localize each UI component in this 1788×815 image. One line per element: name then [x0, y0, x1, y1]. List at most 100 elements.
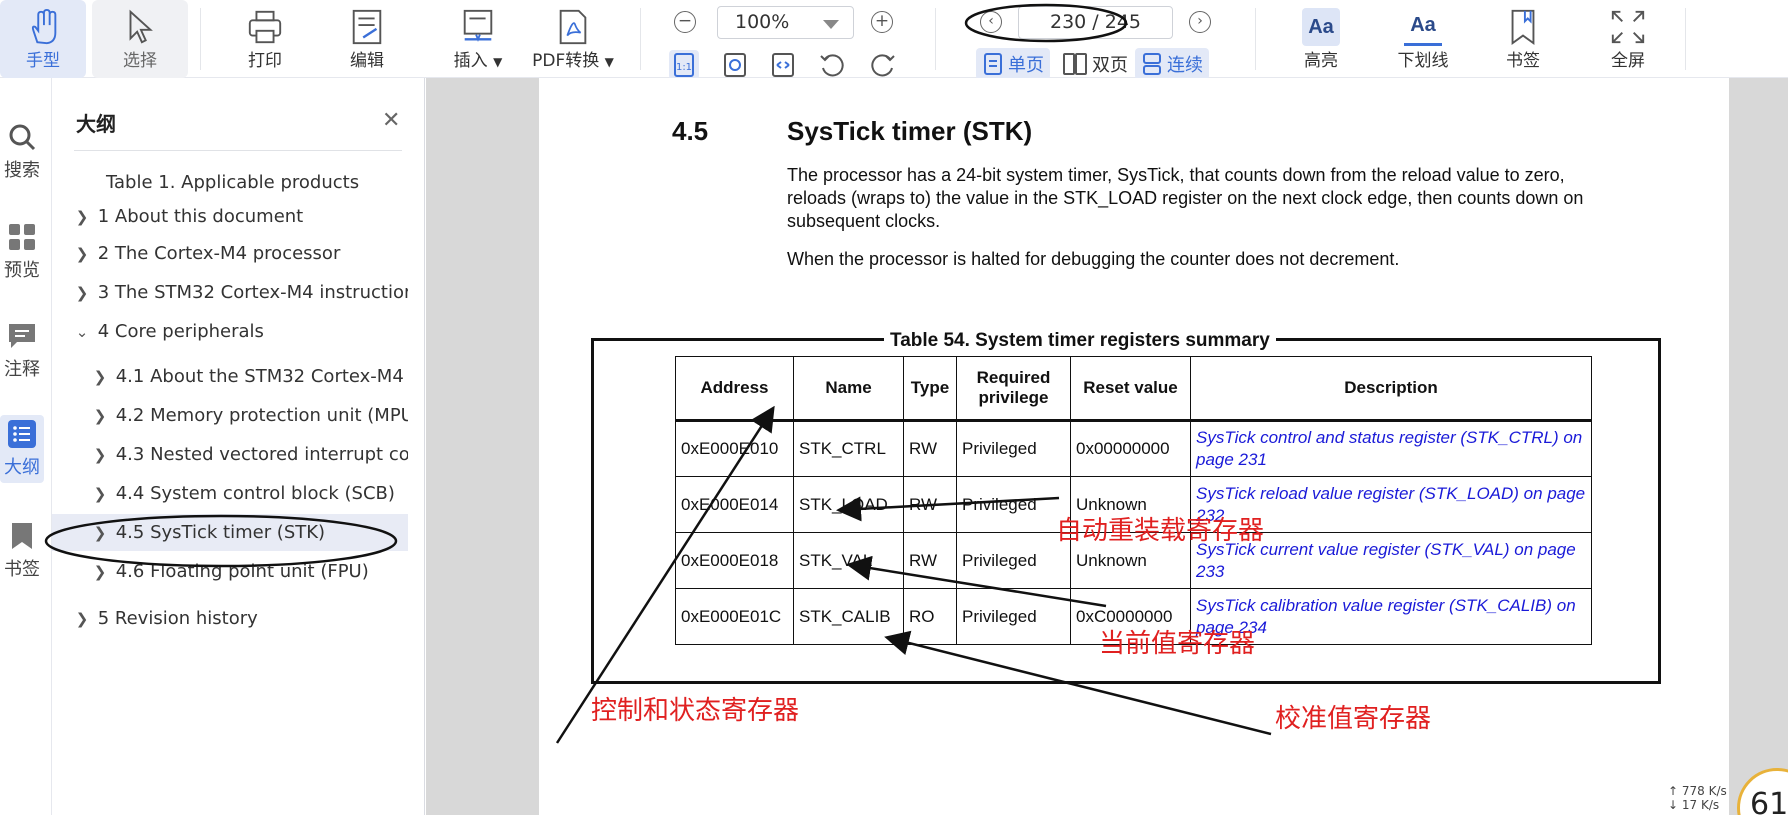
arrow-to-stk-val	[846, 555, 1107, 608]
hand-tool-button[interactable]: 手型	[0, 0, 86, 78]
cursor-arrow-icon	[129, 9, 153, 44]
outline-item[interactable]: ❯ 4.2 Memory protection unit (MPU	[52, 397, 408, 434]
rotate-right-button[interactable]	[868, 50, 898, 80]
double-page-icon	[1063, 53, 1087, 75]
rail-annotate[interactable]: 注释	[0, 321, 44, 381]
select-tool-button[interactable]: 选择	[92, 0, 188, 78]
bookmark-icon	[12, 523, 32, 549]
edit-document-icon	[352, 9, 382, 45]
outline-item[interactable]: ❯ 4.3 Nested vectored interrupt cor	[52, 436, 408, 473]
rotate-right-icon	[871, 54, 895, 77]
toolbar-divider	[935, 8, 936, 70]
chevron-right-icon[interactable]: ❯	[72, 275, 92, 311]
hand-icon	[31, 8, 57, 45]
toolbar-divider	[1255, 8, 1256, 70]
toolbar-divider	[1685, 8, 1686, 70]
rail-outline-label: 大纲	[4, 457, 40, 478]
zoom-in-button[interactable]: +	[871, 11, 893, 33]
rotate-left-button[interactable]	[817, 50, 847, 80]
pdf-convert-button[interactable]: PDF转换 ▼	[526, 0, 620, 78]
underline-label: 下划线	[1397, 51, 1449, 71]
double-page-label: 双页	[1092, 55, 1128, 76]
highlight-icon: Aa	[1302, 8, 1340, 46]
fit-page-icon	[724, 53, 746, 77]
zoom-dropdown-icon	[823, 20, 839, 29]
next-page-button[interactable]: ›	[1189, 11, 1211, 33]
download-speed: ↓ 17 K/s	[1668, 798, 1720, 812]
zoom-out-button[interactable]: −	[674, 11, 696, 33]
select-tool-label: 选择	[123, 51, 157, 71]
single-page-button[interactable]: 单页	[976, 48, 1050, 80]
badge-value: 61	[1750, 787, 1788, 815]
annotation-ctrl-label: 控制和状态寄存器	[591, 696, 800, 726]
insert-dropdown-icon: ▼	[493, 55, 503, 69]
edit-label: 编辑	[350, 51, 384, 71]
continuous-button[interactable]: 连续	[1135, 48, 1209, 80]
fullscreen-icon	[1611, 10, 1645, 44]
rail-search[interactable]: 搜索	[0, 122, 44, 182]
document-viewport[interactable]: 4.5 SysTick timer (STK) The processor ha…	[426, 78, 1788, 815]
rail-outline[interactable]: 大纲	[0, 415, 44, 483]
fit-page-button[interactable]	[720, 50, 750, 80]
chevron-right-icon[interactable]: ❯	[90, 476, 110, 512]
search-icon	[9, 124, 36, 151]
toolbar: 手型 选择 打印 编辑 插入 ▼ PDF转换 ▼ − 100% + 1:1 ‹ …	[0, 0, 1788, 80]
pdf-convert-label: PDF转换 ▼	[532, 46, 614, 71]
chevron-right-icon[interactable]: ❯	[72, 236, 92, 272]
chevron-right-icon[interactable]: ❯	[90, 398, 110, 434]
rail-annotate-label: 注释	[4, 359, 40, 380]
underline-button[interactable]: Aa 下划线	[1380, 0, 1466, 78]
rail-preview[interactable]: 预览	[0, 222, 44, 282]
outline-item[interactable]: ❯ 4.4 System control block (SCB)	[52, 475, 408, 512]
continuous-icon	[1143, 53, 1161, 75]
edit-button[interactable]: 编辑	[324, 0, 410, 78]
chevron-right-icon[interactable]: ❯	[72, 199, 92, 235]
toolbar-divider	[640, 8, 641, 70]
chevron-right-icon[interactable]: ❯	[90, 437, 110, 473]
actual-size-button[interactable]: 1:1	[669, 50, 699, 80]
chevron-right-icon[interactable]: ❯	[72, 601, 92, 637]
thumbnails-icon	[9, 224, 35, 250]
pdf-convert-text: PDF转换	[532, 51, 600, 71]
fit-width-button[interactable]	[768, 50, 798, 80]
bookmark-icon	[1511, 9, 1535, 46]
outline-item[interactable]: ❯ 2 The Cortex-M4 processor	[52, 235, 408, 272]
annotation-ellipse-outline	[44, 514, 398, 568]
insert-text: 插入	[453, 51, 488, 71]
outline-item-label: 4.3 Nested vectored interrupt cor	[115, 444, 408, 465]
outline-item[interactable]: ❯ 5 Revision history	[52, 600, 408, 637]
actual-size-text: 1:1	[676, 62, 692, 73]
print-button[interactable]: 打印	[222, 0, 308, 78]
bookmark-button[interactable]: 书签	[1480, 0, 1566, 78]
chevron-right-icon: ›	[1197, 13, 1203, 29]
pdf-convert-dropdown-icon: ▼	[604, 55, 614, 69]
close-outline-button[interactable]: ✕	[382, 108, 400, 133]
outline-item-label: Table 1. Applicable products	[106, 172, 360, 193]
double-page-button[interactable]: 双页	[1056, 48, 1134, 80]
insert-button[interactable]: 插入 ▼	[428, 0, 528, 78]
chevron-down-icon[interactable]: ⌄	[72, 314, 92, 350]
outline-item-label: 4 Core peripherals	[97, 321, 264, 342]
print-label: 打印	[248, 51, 282, 71]
outline-item-label: 4.4 System control block (SCB)	[115, 483, 395, 504]
fullscreen-button[interactable]: 全屏	[1585, 0, 1671, 78]
pdf-page: 4.5 SysTick timer (STK) The processor ha…	[539, 78, 1729, 815]
chevron-right-icon[interactable]: ❯	[90, 359, 110, 395]
outline-item-label: 4.1 About the STM32 Cortex-M4	[115, 366, 404, 387]
hand-tool-label: 手型	[26, 51, 60, 71]
outline-item[interactable]: ❯ 4.1 About the STM32 Cortex-M4	[52, 358, 408, 395]
fit-width-icon	[772, 53, 794, 77]
single-page-label: 单页	[1008, 55, 1044, 76]
outline-list-icon	[8, 420, 36, 448]
rail-bookmarks[interactable]: 书签	[0, 521, 44, 581]
outline-item[interactable]: ❯ 1 About this document	[52, 198, 408, 235]
zoom-select[interactable]: 100%	[717, 6, 854, 39]
outline-item[interactable]: Table 1. Applicable products	[52, 164, 408, 201]
outline-item[interactable]: ❯ 3 The STM32 Cortex-M4 instructior	[52, 274, 408, 311]
insert-icon	[463, 9, 493, 42]
actual-size-icon: 1:1	[674, 53, 694, 77]
highlight-button[interactable]: Aa 高亮	[1278, 0, 1364, 78]
arrow-to-stk-load	[836, 496, 1060, 522]
outline-item[interactable]: ⌄ 4 Core peripherals	[52, 313, 408, 350]
printer-icon	[248, 10, 282, 44]
